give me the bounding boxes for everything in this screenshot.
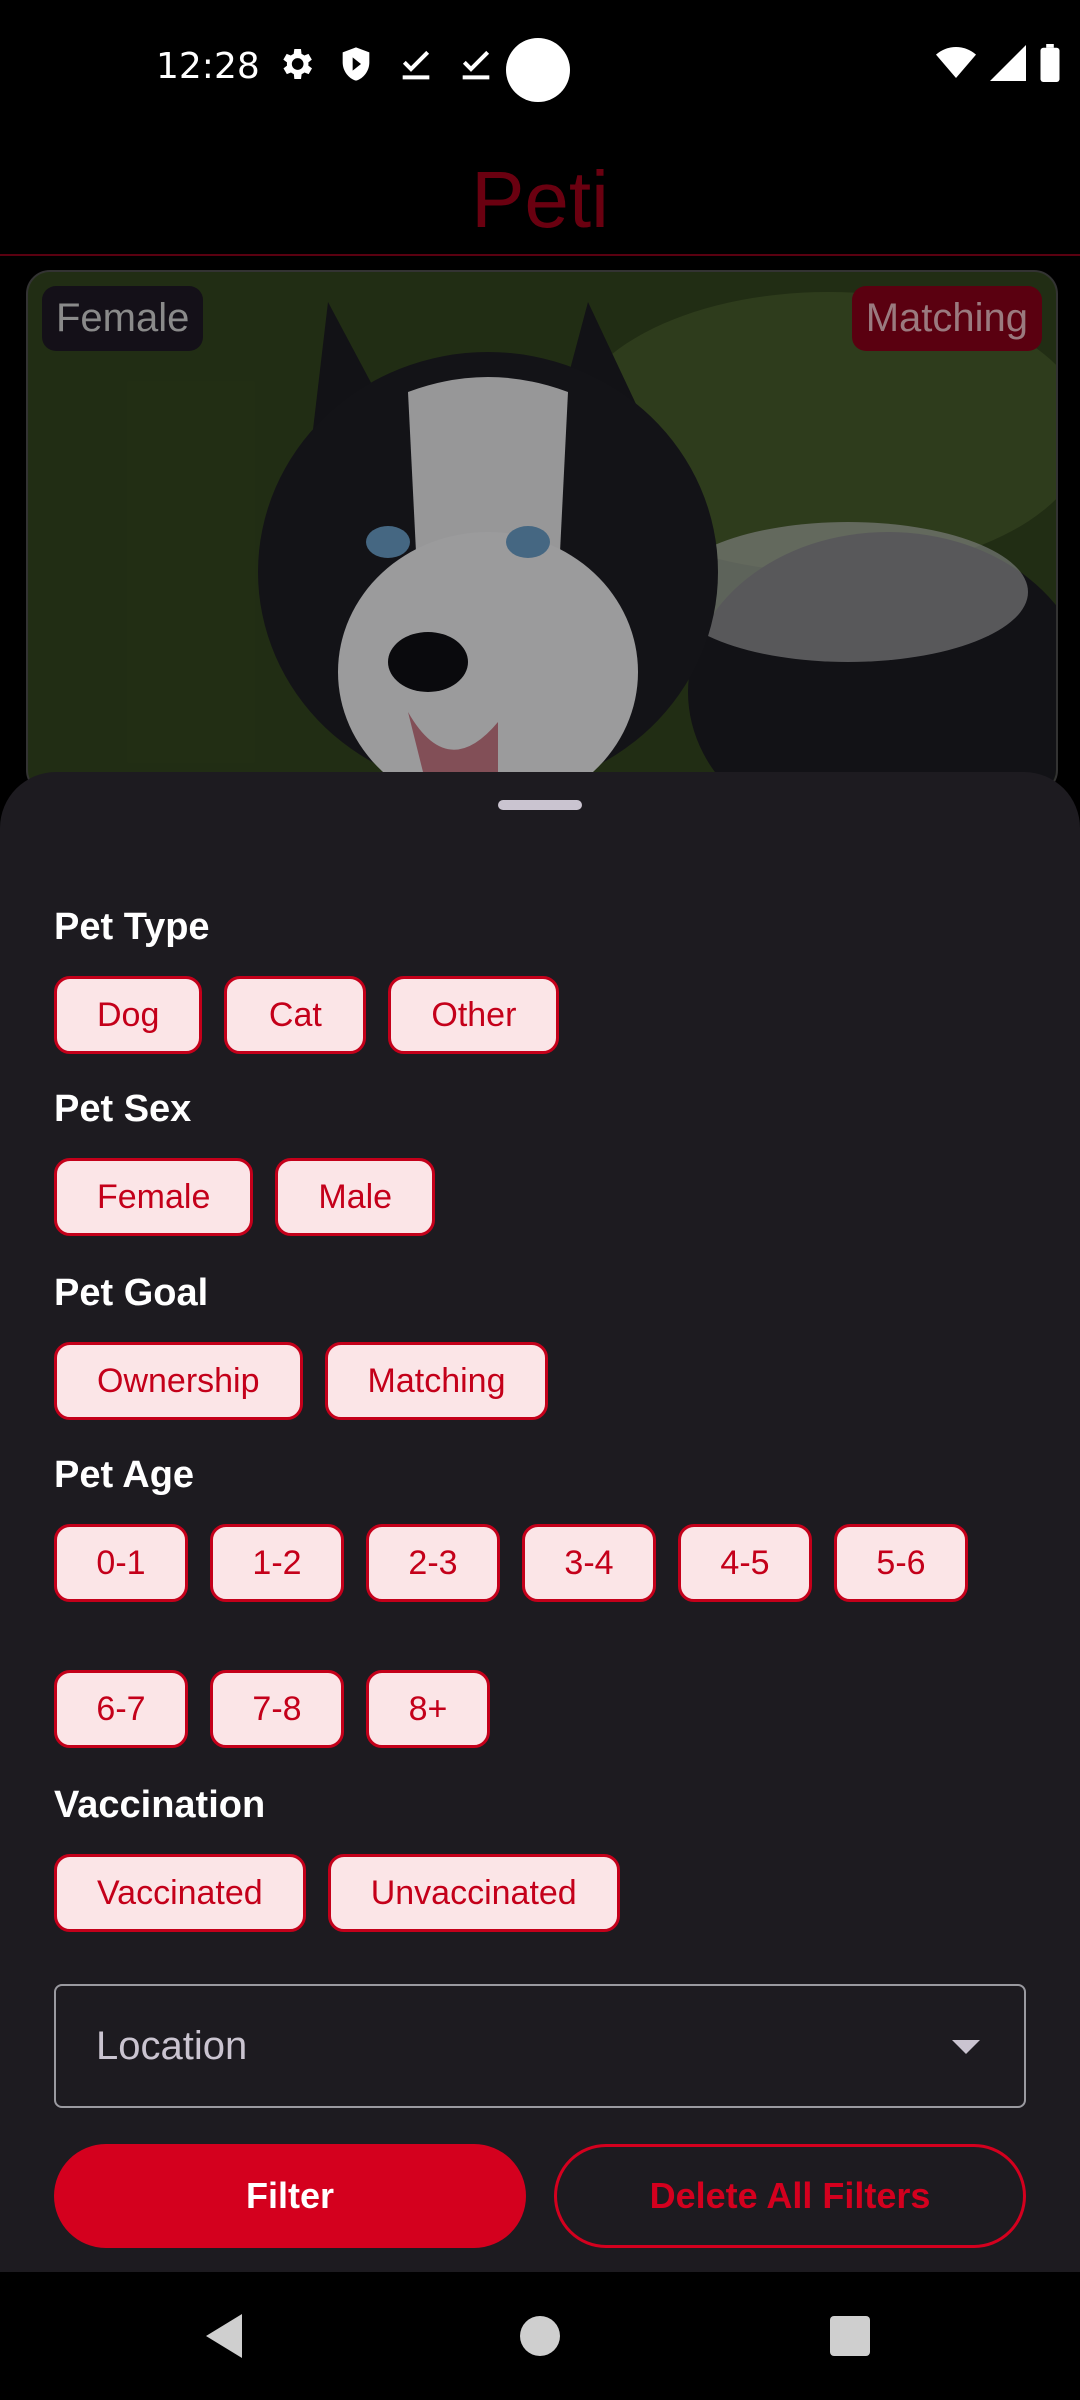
app-header: Peti [0,140,1080,256]
pet-age-chips-row2: 6-7 7-8 8+ [54,1670,490,1748]
chip-age-4-5[interactable]: 4-5 [678,1524,812,1602]
status-icons-left [276,44,496,84]
drag-handle[interactable] [498,800,582,810]
vaccination-title: Vaccination [54,1784,266,1826]
pet-type-title: Pet Type [54,906,210,948]
download-check-icon [396,44,436,84]
camera-cutout [506,38,570,102]
chip-other[interactable]: Other [388,976,560,1054]
vaccination-chips: Vaccinated Unvaccinated [54,1854,620,1932]
status-time: 12:28 [156,46,260,87]
chip-age-8-plus[interactable]: 8+ [366,1670,490,1748]
pet-sex-chips: Female Male [54,1158,436,1236]
recents-icon[interactable] [830,2316,870,2356]
chevron-down-icon [952,2040,980,2054]
sex-badge: Female [42,286,204,351]
back-icon[interactable] [206,2314,242,2358]
chip-cat[interactable]: Cat [224,976,367,1054]
chip-age-0-1[interactable]: 0-1 [54,1524,188,1602]
chip-male[interactable]: Male [275,1158,436,1236]
location-label: Location [96,2024,248,2068]
pet-goal-title: Pet Goal [54,1272,209,1314]
chip-vaccinated[interactable]: Vaccinated [54,1854,306,1932]
wifi-icon [936,45,976,86]
location-dropdown[interactable]: Location [54,1984,1026,2108]
battery-icon [1040,44,1060,87]
filter-bottom-sheet: Pet Type Dog Cat Other Pet Sex Female Ma… [0,772,1080,2272]
chip-age-7-8[interactable]: 7-8 [210,1670,344,1748]
signal-icon [990,45,1026,86]
pet-goal-chips: Ownership Matching [54,1342,549,1420]
download-check-icon [456,44,496,84]
pet-age-title: Pet Age [54,1454,195,1496]
home-icon[interactable] [520,2316,560,2356]
app-title: Peti [471,155,609,244]
chip-age-2-3[interactable]: 2-3 [366,1524,500,1602]
status-bar: 12:28 [0,0,1080,140]
goal-badge: Matching [851,286,1042,351]
chip-age-3-4[interactable]: 3-4 [522,1524,656,1602]
pet-type-chips: Dog Cat Other [54,976,560,1054]
chip-age-1-2[interactable]: 1-2 [210,1524,344,1602]
pet-sex-title: Pet Sex [54,1088,192,1130]
pet-age-chips-row1: 0-1 1-2 2-3 3-4 4-5 5-6 [54,1524,968,1602]
delete-all-filters-button[interactable]: Delete All Filters [554,2144,1026,2248]
system-nav-bar [0,2272,1080,2400]
filter-button[interactable]: Filter [54,2144,526,2248]
chip-dog[interactable]: Dog [54,976,203,1054]
chip-age-5-6[interactable]: 5-6 [834,1524,968,1602]
chip-unvaccinated[interactable]: Unvaccinated [327,1854,620,1932]
pet-card[interactable]: Female Matching [26,270,1058,794]
chip-age-6-7[interactable]: 6-7 [54,1670,188,1748]
chip-ownership[interactable]: Ownership [54,1342,303,1420]
gear-icon [276,44,316,84]
shield-icon [336,44,376,84]
chip-matching[interactable]: Matching [324,1342,549,1420]
status-icons-right [936,44,1060,87]
chip-female[interactable]: Female [54,1158,254,1236]
